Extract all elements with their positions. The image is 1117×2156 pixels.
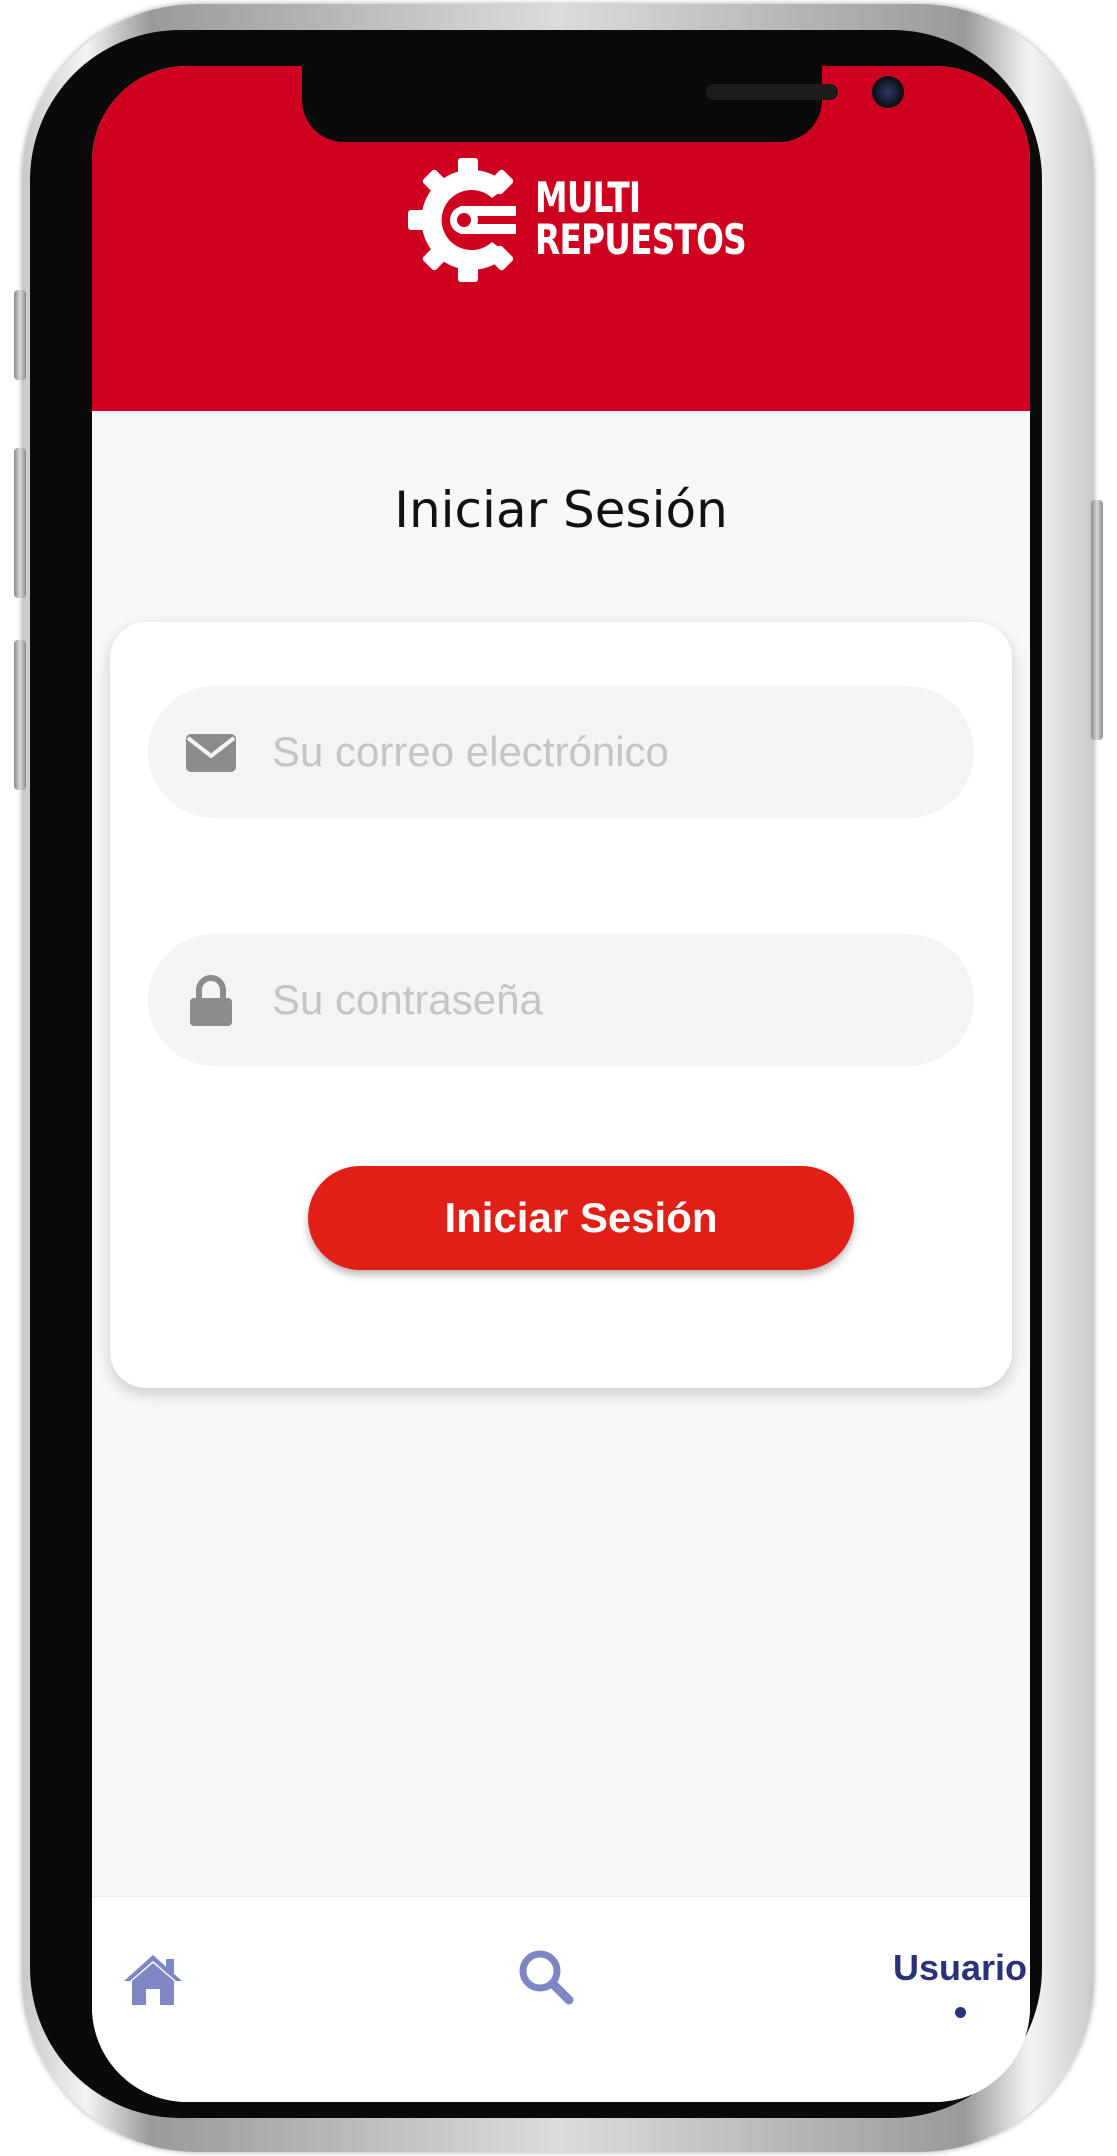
login-button[interactable]: Iniciar Sesión bbox=[308, 1166, 854, 1270]
password-field[interactable] bbox=[148, 934, 974, 1066]
email-field[interactable] bbox=[148, 686, 974, 818]
power-button bbox=[1091, 500, 1103, 740]
password-input[interactable] bbox=[270, 934, 950, 1066]
email-input[interactable] bbox=[270, 686, 950, 818]
speaker-grille bbox=[706, 84, 838, 100]
nav-user-label: Usuario bbox=[892, 1947, 1028, 1988]
mute-switch bbox=[14, 290, 26, 380]
envelope-icon bbox=[186, 734, 236, 772]
active-indicator-dot bbox=[954, 2007, 966, 2018]
brand-name-line1: MULTI bbox=[535, 173, 641, 222]
gear-wrench-logo-icon bbox=[408, 158, 516, 282]
nav-item-user[interactable]: Usuario bbox=[890, 1947, 1030, 2018]
bottom-navigation: Usuario bbox=[92, 1896, 1030, 2102]
home-icon[interactable] bbox=[122, 1951, 184, 2007]
page-title: Iniciar Sesión bbox=[394, 481, 728, 539]
lock-icon bbox=[190, 975, 232, 1026]
phone-notch bbox=[302, 66, 904, 142]
volume-up-button bbox=[14, 448, 26, 598]
login-card: Iniciar Sesión bbox=[110, 622, 1012, 1388]
volume-down-button bbox=[14, 640, 26, 790]
brand-name-line2: REPUESTOS bbox=[535, 215, 747, 264]
front-camera bbox=[872, 76, 904, 108]
brand-logo: MULTI REPUESTOS bbox=[92, 158, 1030, 288]
app-screen: MULTI REPUESTOS Iniciar Sesión Iniciar S… bbox=[92, 66, 1030, 2102]
search-icon[interactable] bbox=[516, 1947, 574, 2005]
